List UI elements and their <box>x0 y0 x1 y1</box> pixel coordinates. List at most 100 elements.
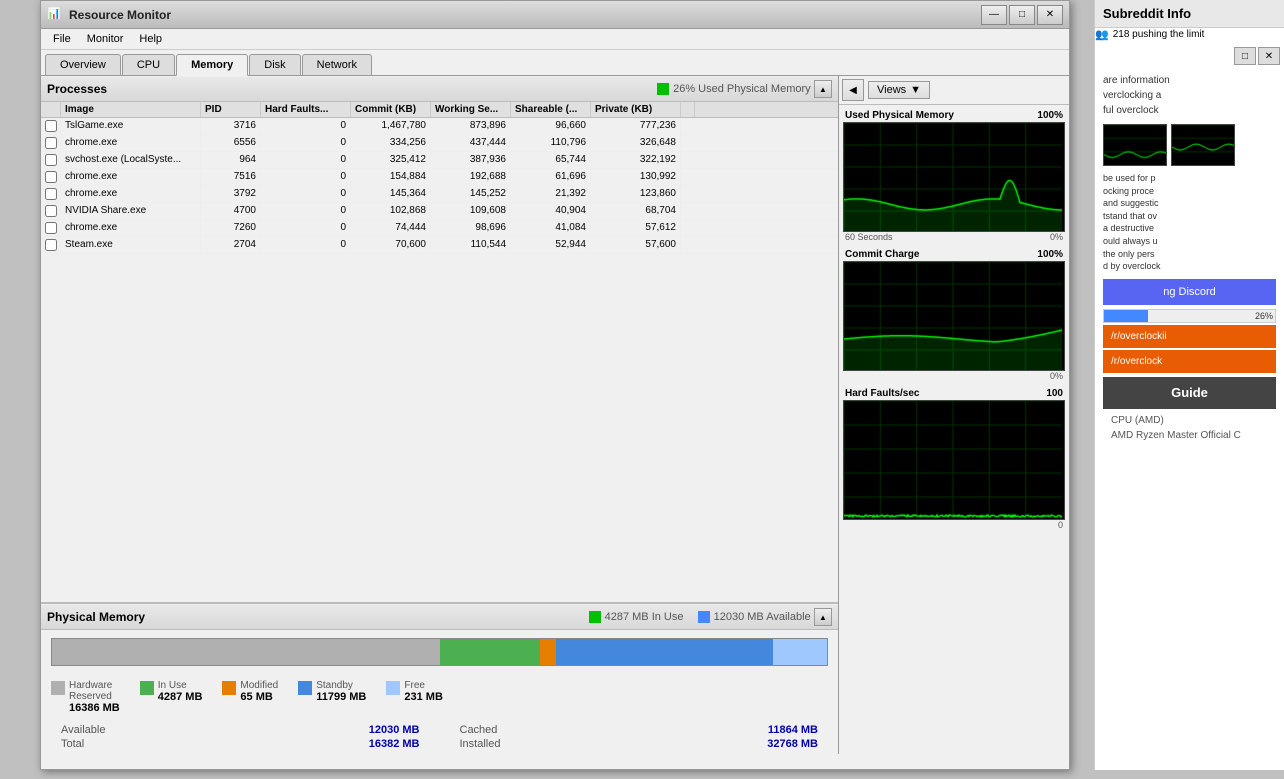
table-row: chrome.exe 3792 0 145,364 145,252 21,392… <box>41 186 838 203</box>
row-check[interactable] <box>41 152 61 168</box>
sidebar-info: Subreddit Info 👥 218 pushing the limit □… <box>1094 0 1284 770</box>
row-image: chrome.exe <box>61 220 201 236</box>
row-check[interactable] <box>41 135 61 151</box>
row-check[interactable] <box>41 169 61 185</box>
maximize-button[interactable]: □ <box>1009 5 1035 25</box>
row-pid: 4700 <box>201 203 261 219</box>
oc-button-1[interactable]: /r/overclockii <box>1103 325 1276 348</box>
row-shareable: 40,904 <box>511 203 591 219</box>
row-check[interactable] <box>41 220 61 236</box>
col-working-set[interactable]: Working Se... <box>431 102 511 117</box>
row-pid: 2704 <box>201 237 261 253</box>
nav-back-button[interactable]: ◀ <box>842 79 864 101</box>
hard-faults-title: Hard Faults/sec <box>845 388 919 399</box>
row-check[interactable] <box>41 118 61 134</box>
row-image: NVIDIA Share.exe <box>61 203 201 219</box>
window-title: Resource Monitor <box>69 8 981 22</box>
green-indicator <box>657 83 669 95</box>
progress-label: 26% <box>1255 310 1273 324</box>
oc-link1-label: /r/overclockii <box>1111 331 1167 342</box>
free-label: Free <box>404 680 443 691</box>
physical-memory-title: Physical Memory <box>47 610 589 624</box>
stat-available: Available 12030 MB <box>61 724 420 736</box>
row-working-set: 437,444 <box>431 135 511 151</box>
free-segment <box>773 639 827 665</box>
processes-title: Processes <box>47 82 657 96</box>
physical-memory-collapse-btn[interactable]: ▲ <box>814 608 832 626</box>
footer-software: AMD Ryzen Master Official C <box>1111 428 1268 443</box>
col-pid[interactable]: PID <box>201 102 261 117</box>
table-row: chrome.exe 6556 0 334,256 437,444 110,79… <box>41 135 838 152</box>
row-image: Steam.exe <box>61 237 201 253</box>
tab-disk[interactable]: Disk <box>249 54 300 75</box>
row-hard-faults: 0 <box>261 220 351 236</box>
commit-charge-footer: 0% <box>843 371 1065 381</box>
commit-charge-title: Commit Charge <box>845 249 919 260</box>
chart-hard-faults: Hard Faults/sec 100 0 <box>843 387 1065 530</box>
hardware-label: HardwareReserved <box>69 680 120 702</box>
row-shareable: 110,796 <box>511 135 591 151</box>
oc-button-2[interactable]: /r/overclock <box>1103 350 1276 373</box>
used-physical-title-bar: Used Physical Memory 100% <box>843 109 1065 122</box>
physical-memory-badge: 4287 MB In Use 12030 MB Available <box>589 611 811 623</box>
installed-stat-label: Installed <box>460 738 501 750</box>
tab-overview[interactable]: Overview <box>45 54 121 75</box>
sidebar-close-bar: □ ✕ <box>1095 45 1284 67</box>
chart-commit-charge: Commit Charge 100% 0% <box>843 248 1065 381</box>
row-check[interactable] <box>41 203 61 219</box>
col-hard-faults[interactable]: Hard Faults... <box>261 102 351 117</box>
row-check[interactable] <box>41 237 61 253</box>
table-row: Steam.exe 2704 0 70,600 110,544 52,944 5… <box>41 237 838 254</box>
table-row: NVIDIA Share.exe 4700 0 102,868 109,608 … <box>41 203 838 220</box>
used-physical-max: 100% <box>1037 110 1063 121</box>
sidebar-shrink-btn[interactable]: □ <box>1234 47 1256 65</box>
guide-button[interactable]: Guide <box>1103 377 1276 409</box>
title-bar: 📊 Resource Monitor — □ ✕ <box>41 1 1069 29</box>
close-button[interactable]: ✕ <box>1037 5 1063 25</box>
menu-file[interactable]: File <box>45 31 79 47</box>
in-use-segment <box>440 639 541 665</box>
standby-value: 11799 MB <box>316 691 366 703</box>
views-button[interactable]: Views ▼ <box>868 81 930 99</box>
app-icon: 📊 <box>47 7 63 23</box>
memory-stats: Available 12030 MB Cached 11864 MB Total… <box>41 720 838 754</box>
in-use-legend-text: In Use 4287 MB <box>158 680 203 703</box>
col-image[interactable]: Image <box>61 102 201 117</box>
row-private: 68,704 <box>591 203 681 219</box>
minimize-button[interactable]: — <box>981 5 1007 25</box>
window-controls: — □ ✕ <box>981 5 1063 25</box>
thumb-chart-2 <box>1171 124 1235 166</box>
available-stat-value: 12030 MB <box>369 724 420 736</box>
table-row: chrome.exe 7260 0 74,444 98,696 41,084 5… <box>41 220 838 237</box>
commit-charge-title-bar: Commit Charge 100% <box>843 248 1065 261</box>
hard-faults-min: 0 <box>1058 520 1063 530</box>
row-shareable: 96,660 <box>511 118 591 134</box>
in-use-indicator <box>589 611 601 623</box>
row-image: chrome.exe <box>61 135 201 151</box>
col-commit[interactable]: Commit (KB) <box>351 102 431 117</box>
discord-button[interactable]: ng Discord <box>1103 279 1276 306</box>
row-commit: 154,884 <box>351 169 431 185</box>
menu-monitor[interactable]: Monitor <box>79 31 132 47</box>
row-private: 326,648 <box>591 135 681 151</box>
col-shareable[interactable]: Shareable (... <box>511 102 591 117</box>
row-private: 57,612 <box>591 220 681 236</box>
tab-network[interactable]: Network <box>302 54 372 75</box>
row-check[interactable] <box>41 186 61 202</box>
legend-free: Free 231 MB <box>386 680 443 714</box>
menu-help[interactable]: Help <box>131 31 170 47</box>
hard-faults-footer: 0 <box>843 520 1065 530</box>
sidebar-close-btn[interactable]: ✕ <box>1258 47 1280 65</box>
processes-collapse-btn[interactable]: ▲ <box>814 80 832 98</box>
tab-cpu[interactable]: CPU <box>122 54 175 75</box>
tab-memory[interactable]: Memory <box>176 54 248 76</box>
standby-segment <box>556 639 773 665</box>
sidebar-body: are informationverclocking aful overcloc… <box>1095 67 1284 453</box>
row-private: 777,236 <box>591 118 681 134</box>
table-row: chrome.exe 7516 0 154,884 192,688 61,696… <box>41 169 838 186</box>
row-shareable: 21,392 <box>511 186 591 202</box>
free-value: 231 MB <box>404 691 443 703</box>
main-area: Processes 26% Used Physical Memory ▲ Ima… <box>41 76 1069 754</box>
col-private[interactable]: Private (KB) <box>591 102 681 117</box>
row-working-set: 192,688 <box>431 169 511 185</box>
